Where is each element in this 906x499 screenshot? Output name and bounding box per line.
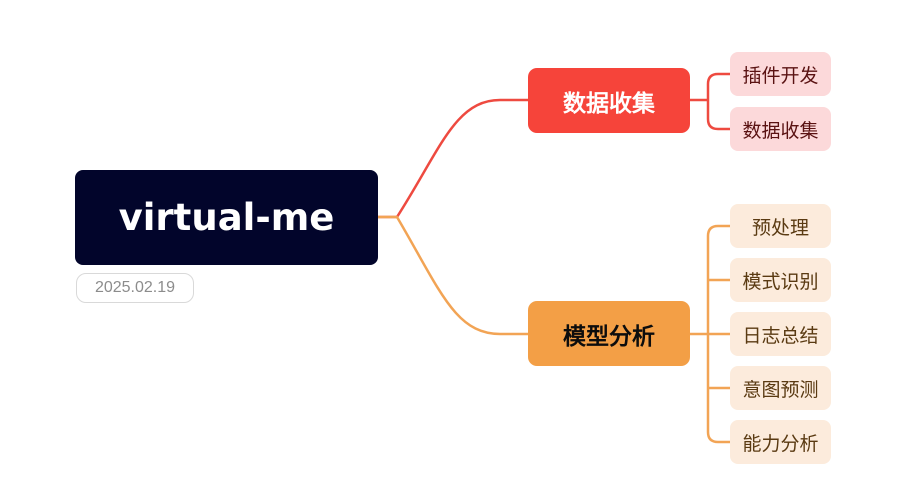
connector-root-to-data-collection (378, 98, 528, 219)
branch-model-analysis[interactable]: 模型分析 (528, 301, 690, 366)
leaf-label: 插件开发 (742, 64, 819, 87)
connector-model-analysis-leaves (690, 224, 730, 444)
leaf-label: 模式识别 (742, 270, 819, 293)
leaf-label: 能力分析 (742, 432, 819, 455)
leaf-plugin-development[interactable]: 插件开发 (730, 52, 831, 96)
branch-label: 数据收集 (563, 90, 655, 117)
date-badge: 2025.02.19 (76, 273, 194, 303)
leaf-label: 预处理 (751, 216, 809, 239)
leaf-data-collection[interactable]: 数据收集 (730, 107, 831, 151)
leaf-capability-analysis[interactable]: 能力分析 (730, 420, 831, 464)
leaf-preprocessing[interactable]: 预处理 (730, 204, 831, 248)
leaf-label: 意图预测 (742, 378, 819, 401)
branch-data-collection[interactable]: 数据收集 (528, 68, 690, 133)
root-label: virtual-me (118, 196, 335, 239)
date-label: 2025.02.19 (94, 279, 176, 296)
leaf-label: 数据收集 (742, 119, 819, 142)
connector-root-to-model-analysis (378, 215, 528, 336)
leaf-pattern-recognition[interactable]: 模式识别 (730, 258, 831, 302)
leaf-intent-prediction[interactable]: 意图预测 (730, 366, 831, 410)
leaf-log-summary[interactable]: 日志总结 (730, 312, 831, 356)
branch-label: 模型分析 (563, 323, 655, 350)
connector-data-collection-leaves (690, 72, 730, 131)
root-node[interactable]: virtual-me (75, 170, 378, 265)
leaf-label: 日志总结 (742, 324, 819, 347)
